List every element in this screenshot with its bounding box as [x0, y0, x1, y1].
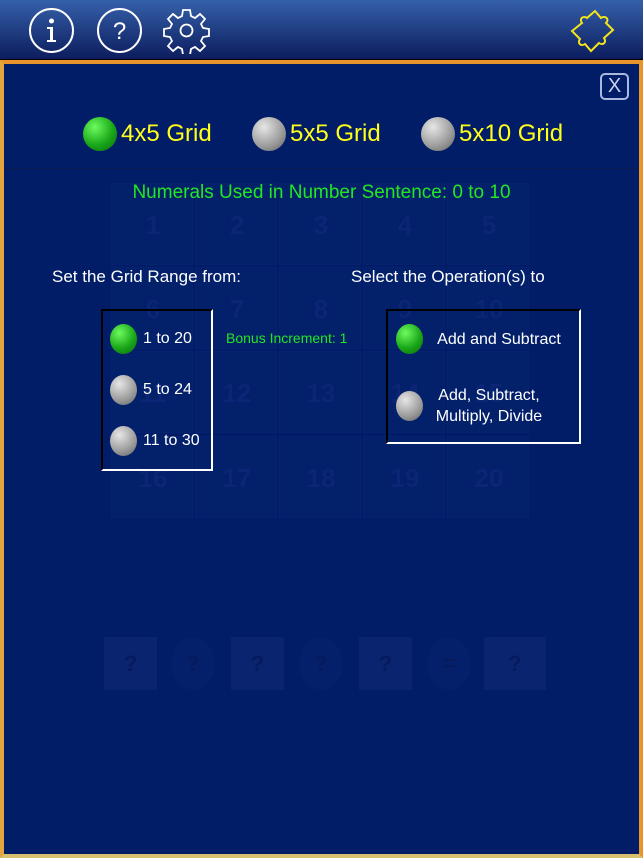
info-icon[interactable] — [28, 7, 75, 54]
background-sentence-slot: ? — [299, 637, 343, 690]
background-grid-cell: 20 — [447, 436, 529, 518]
radio-unselected-icon — [396, 391, 423, 421]
operations-heading: Select the Operation(s) to — [351, 267, 545, 286]
radio-selected-icon — [396, 324, 423, 354]
background-sentence-slot: ? — [231, 637, 284, 690]
help-icon[interactable]: ? — [96, 7, 143, 54]
background-grid-number: 20 — [474, 463, 504, 493]
background-grid-number: 1 — [145, 210, 161, 240]
background-grid-number: 2 — [229, 210, 245, 240]
radio-unselected-icon — [421, 117, 455, 151]
grid-option-5x5-grid[interactable]: 5x5 Grid — [252, 117, 381, 151]
background-grid-cell: 19 — [363, 436, 445, 518]
operation-option[interactable]: Add, Subtract, Multiply, Divide — [396, 385, 549, 427]
background-grid-number: 8 — [313, 294, 329, 324]
numerals-range-text: Numerals Used in Number Sentence: 0 to 1… — [132, 182, 511, 203]
background-grid-number: 5 — [481, 210, 497, 240]
puzzle-icon[interactable] — [568, 7, 618, 54]
background-sentence-slot: ? — [171, 637, 215, 690]
bonus-increment-text: Bonus Increment: 1 — [226, 330, 348, 346]
grid-option-label: 4x5 Grid — [121, 120, 212, 147]
radio-unselected-icon — [110, 375, 137, 405]
background-sentence-slot: = — [427, 637, 471, 690]
background-grid-number: 4 — [397, 210, 413, 240]
operation-option-label: Add, Subtract, Multiply, Divide — [435, 387, 543, 425]
grid-option-5x10-grid[interactable]: 5x10 Grid — [421, 117, 563, 151]
range-option-label: 5 to 24 — [143, 381, 192, 398]
grid-range-heading: Set the Grid Range from: — [52, 267, 241, 286]
grid-option-4x5-grid[interactable]: 4x5 Grid — [83, 117, 212, 151]
grid-range-option[interactable]: 11 to 30 — [110, 426, 200, 456]
background-sentence-slot: ? — [359, 637, 412, 690]
range-option-label: 1 to 20 — [143, 330, 192, 347]
background-grid-number: 18 — [306, 463, 336, 493]
background-grid-number: 3 — [313, 210, 329, 240]
background-grid-number: 19 — [390, 463, 420, 493]
operation-option[interactable]: Add and Subtract — [396, 324, 569, 354]
range-option-label: 11 to 30 — [143, 432, 200, 449]
background-grid-cell: 13 — [279, 351, 361, 433]
radio-unselected-icon — [110, 426, 137, 456]
radio-selected-icon — [110, 324, 137, 354]
grid-range-option[interactable]: 5 to 24 — [110, 375, 192, 405]
radio-selected-icon — [83, 117, 117, 151]
svg-text:?: ? — [113, 18, 126, 45]
background-sentence-slot: ? — [484, 637, 546, 690]
radio-unselected-icon — [252, 117, 286, 151]
close-button[interactable]: X — [600, 73, 629, 100]
gear-icon[interactable] — [163, 7, 210, 54]
grid-option-label: 5x5 Grid — [290, 120, 381, 147]
operation-option-label: Add and Subtract — [437, 330, 561, 348]
top-toolbar: ? — [0, 0, 643, 60]
divider — [4, 168, 639, 169]
grid-range-option[interactable]: 1 to 20 — [110, 324, 192, 354]
background-sentence-slot: ? — [104, 637, 157, 690]
grid-option-label: 5x10 Grid — [459, 120, 564, 147]
background-grid-cell: 18 — [279, 436, 361, 518]
background-grid-number: 13 — [306, 378, 336, 408]
